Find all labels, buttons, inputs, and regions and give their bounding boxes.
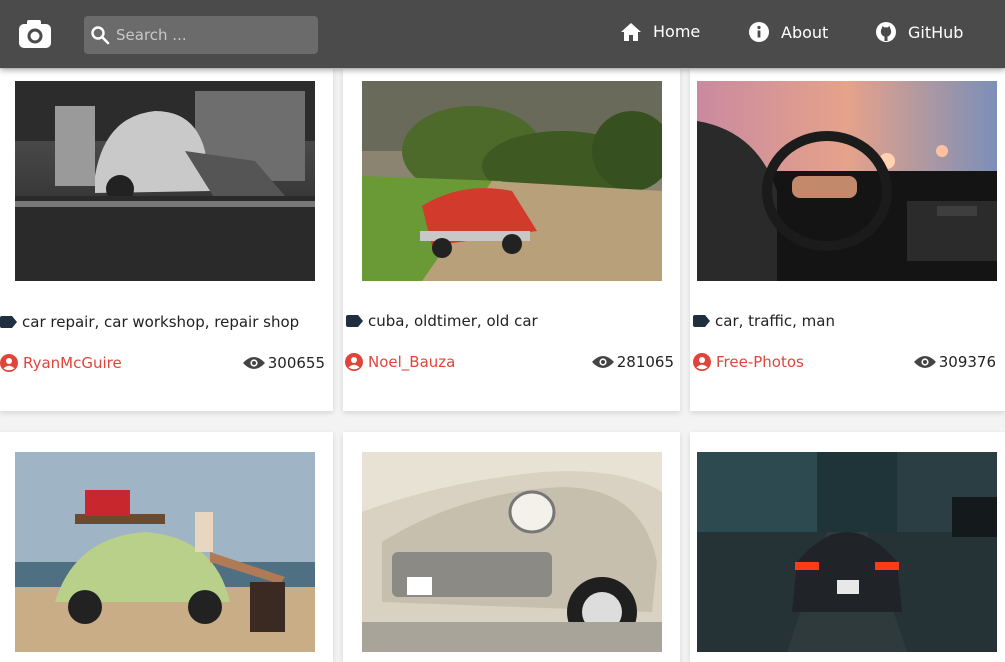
photo-tags: car, traffic, man: [693, 312, 835, 330]
info-icon: [749, 22, 769, 42]
view-count-value: 281065: [616, 353, 674, 371]
search-box[interactable]: [84, 16, 318, 54]
nav-about-label: About: [781, 22, 829, 42]
tags-text: car repair, car workshop, repair shop: [22, 313, 300, 331]
photo-porsche-street[interactable]: [697, 452, 997, 652]
tags-text: cuba, oldtimer, old car: [368, 312, 538, 330]
view-count: 300655: [242, 354, 325, 372]
photo-card[interactable]: [343, 432, 680, 662]
photographer-name: Free-Photos: [716, 353, 804, 371]
photo-card[interactable]: [0, 432, 333, 662]
photo-tags: cuba, oldtimer, old car: [346, 312, 538, 330]
view-count: 281065: [591, 353, 674, 371]
photographer-link[interactable]: Free-Photos: [693, 353, 804, 371]
photo-meta: Noel_Bauza 281065: [345, 353, 674, 371]
tag-icon: [0, 316, 17, 328]
nav-github-label: GitHub: [908, 22, 964, 42]
search-icon: [91, 26, 110, 45]
user-icon: [0, 354, 18, 372]
github-icon: [876, 22, 896, 42]
photo-cuba-car[interactable]: [362, 81, 662, 281]
nav-home[interactable]: Home: [621, 22, 700, 41]
view-count: 309376: [913, 353, 996, 371]
photo-card[interactable]: cuba, oldtimer, old car Noel_Bauza 28106…: [343, 69, 680, 411]
photo-card[interactable]: [690, 432, 1005, 662]
photographer-link[interactable]: RyanMcGuire: [0, 354, 122, 372]
photo-card[interactable]: car repair, car workshop, repair shop Ry…: [0, 69, 333, 411]
photographer-name: RyanMcGuire: [23, 354, 122, 372]
view-count-value: 309376: [938, 353, 996, 371]
photo-car-repair[interactable]: [15, 81, 315, 281]
eye-icon: [913, 356, 936, 368]
photo-beetle-woman[interactable]: [15, 452, 315, 652]
photo-driver[interactable]: [697, 81, 997, 281]
photo-card[interactable]: car, traffic, man Free-Photos 309376: [690, 69, 1005, 411]
eye-icon: [242, 357, 265, 369]
home-icon: [621, 22, 641, 41]
photo-meta: RyanMcGuire 300655: [0, 354, 325, 372]
photographer-name: Noel_Bauza: [368, 353, 456, 371]
tags-text: car, traffic, man: [715, 312, 835, 330]
photo-classic-cadillac[interactable]: [362, 452, 662, 652]
navbar: Home About GitHub: [0, 0, 1005, 68]
tag-icon: [693, 315, 710, 327]
tag-icon: [346, 315, 363, 327]
photo-tags: car repair, car workshop, repair shop: [0, 313, 299, 331]
view-count-value: 300655: [267, 354, 325, 372]
nav-about[interactable]: About: [749, 22, 828, 42]
nav-github[interactable]: GitHub: [876, 22, 963, 42]
user-icon: [693, 353, 711, 371]
camera-logo-icon[interactable]: [18, 19, 52, 49]
user-icon: [345, 353, 363, 371]
search-input[interactable]: [116, 26, 306, 44]
eye-icon: [591, 356, 614, 368]
nav-home-label: Home: [653, 22, 701, 41]
photographer-link[interactable]: Noel_Bauza: [345, 353, 455, 371]
photo-meta: Free-Photos 309376: [693, 353, 996, 371]
